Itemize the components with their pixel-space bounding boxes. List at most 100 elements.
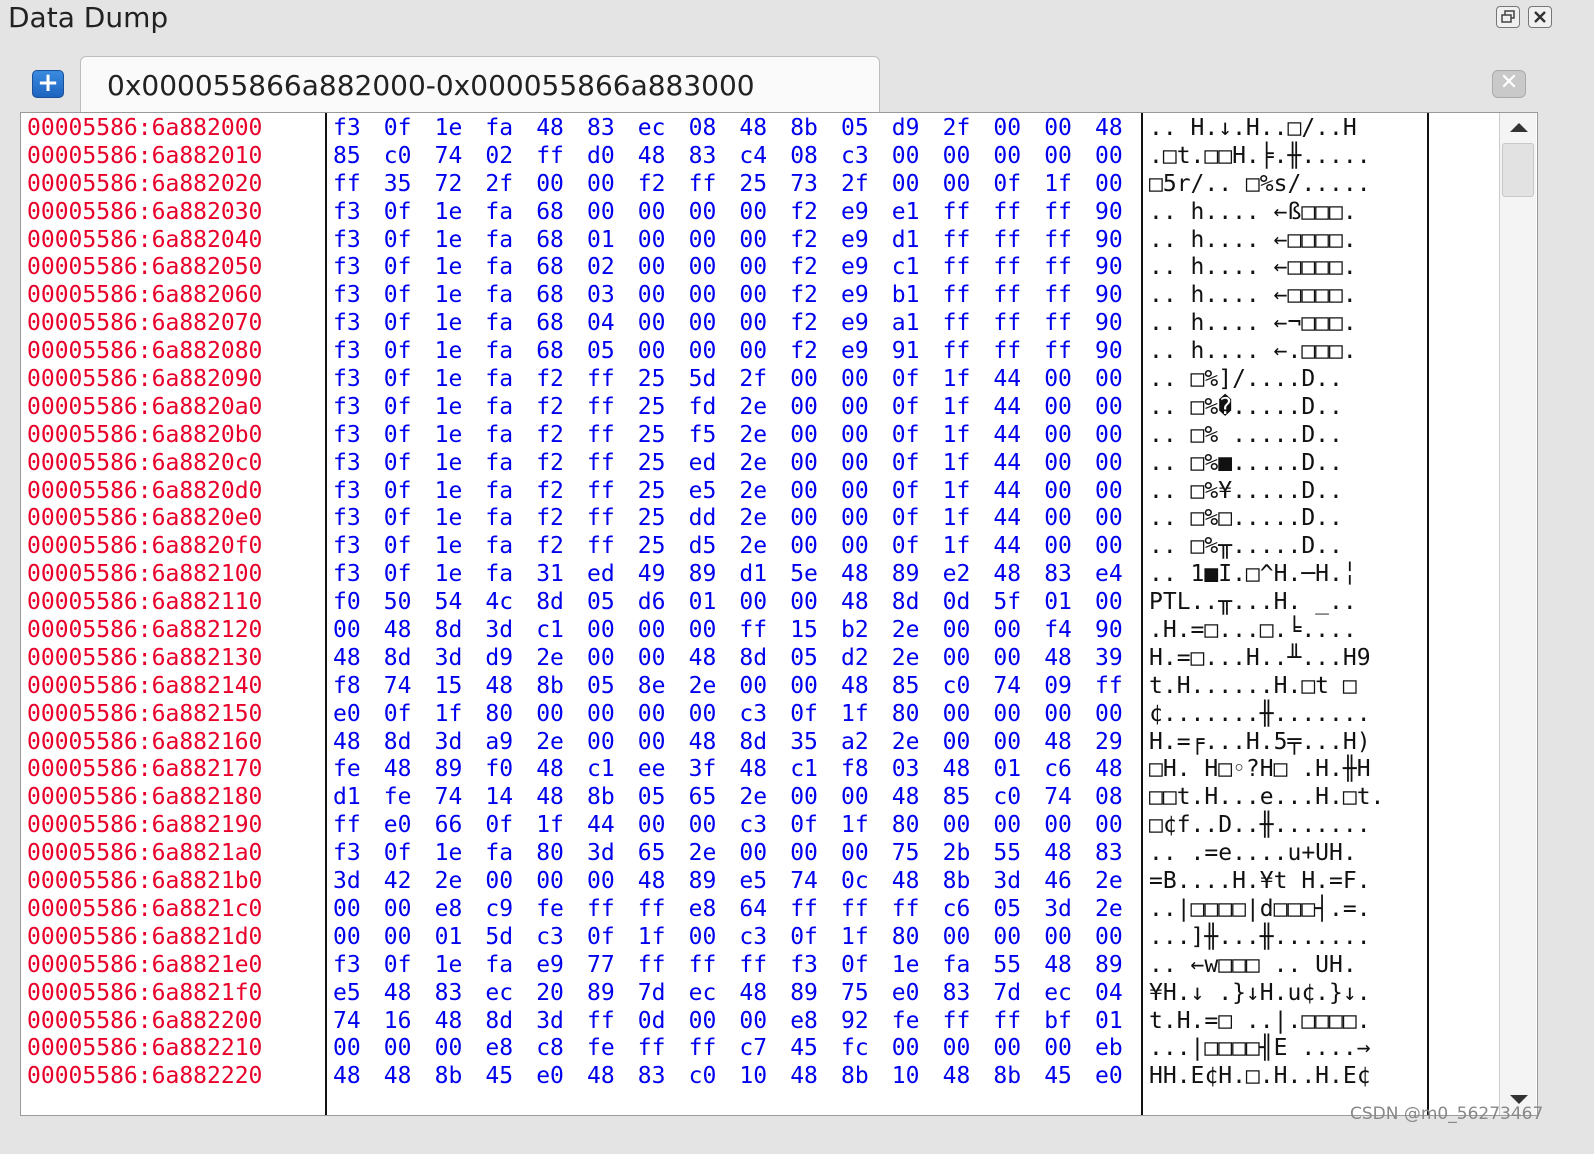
hex-byte[interactable]: 00 <box>1044 422 1072 450</box>
hex-byte[interactable]: ff <box>587 505 615 533</box>
hex-byte[interactable]: 00 <box>384 924 412 952</box>
hex-byte[interactable]: 48 <box>1044 952 1072 980</box>
hex-byte[interactable]: 00 <box>993 645 1021 673</box>
hex-byte[interactable]: 83 <box>943 980 971 1008</box>
hex-byte[interactable]: 80 <box>892 812 920 840</box>
table-row[interactable]: 00005586:6a882010 85 c0 74 02 ff d0 48 83 c4 08 c3 0… <box>21 141 1501 169</box>
hex-byte[interactable]: a9 <box>485 729 513 757</box>
hex-byte[interactable]: fa <box>485 840 513 868</box>
hex-byte[interactable]: 48 <box>689 645 717 673</box>
hex-byte[interactable]: d2 <box>841 645 869 673</box>
hex-byte[interactable]: 05 <box>587 338 615 366</box>
hex-byte[interactable]: e9 <box>841 338 869 366</box>
hex-byte[interactable]: f2 <box>790 338 818 366</box>
hex-byte[interactable]: 48 <box>790 1063 818 1091</box>
hex-byte[interactable]: 01 <box>993 756 1021 784</box>
table-row[interactable]: 00005586:6a882160 48 8d 3d a9 2e 00 00 48 8d 35 a2 2… <box>21 727 1501 755</box>
hex-byte[interactable]: 00 <box>638 227 666 255</box>
hex-byte[interactable]: 3d <box>993 868 1021 896</box>
hex-byte[interactable]: 00 <box>536 868 564 896</box>
hex-byte[interactable]: 45 <box>790 1035 818 1063</box>
hex-byte[interactable]: 48 <box>841 589 869 617</box>
hex-byte[interactable]: 00 <box>1095 394 1123 422</box>
hex-byte[interactable]: dd <box>689 505 717 533</box>
hex-byte[interactable]: 48 <box>384 617 412 645</box>
hex-byte[interactable]: 2e <box>536 729 564 757</box>
hex-byte[interactable]: e9 <box>841 282 869 310</box>
hex-byte[interactable]: 00 <box>739 589 767 617</box>
hex-byte[interactable]: 1f <box>1044 171 1072 199</box>
hex-byte[interactable]: 00 <box>1044 1035 1072 1063</box>
hex-byte[interactable]: ff <box>587 533 615 561</box>
hex-byte[interactable]: c1 <box>790 756 818 784</box>
hex-byte[interactable]: 90 <box>1095 199 1123 227</box>
hex-byte[interactable]: 00 <box>1044 505 1072 533</box>
hex-byte[interactable]: c3 <box>739 812 767 840</box>
hex-byte[interactable]: e0 <box>1095 1063 1123 1091</box>
hex-byte[interactable]: 00 <box>739 227 767 255</box>
hex-byte[interactable]: 00 <box>689 310 717 338</box>
hex-byte[interactable]: 00 <box>841 478 869 506</box>
hex-byte[interactable]: fc <box>841 1035 869 1063</box>
hex-byte[interactable]: 2e <box>689 840 717 868</box>
hex-byte[interactable]: ff <box>638 896 666 924</box>
hex-byte[interactable]: 00 <box>790 450 818 478</box>
hex-byte[interactable]: 74 <box>435 143 463 171</box>
hex-byte[interactable]: 1e <box>435 282 463 310</box>
hex-byte[interactable]: 00 <box>1044 812 1072 840</box>
hex-byte[interactable]: 0f <box>384 505 412 533</box>
hex-byte[interactable]: 3f <box>689 756 717 784</box>
hex-byte[interactable]: 00 <box>638 338 666 366</box>
hex-byte[interactable]: ec <box>485 980 513 1008</box>
hex-byte[interactable]: 74 <box>333 1008 361 1036</box>
hex-byte[interactable]: 48 <box>638 868 666 896</box>
table-row[interactable]: 00005586:6a882220 48 48 8b 45 e0 48 83 c0 10 48 8b 1… <box>21 1061 1501 1089</box>
hex-byte[interactable]: 00 <box>587 729 615 757</box>
hex-byte[interactable]: ff <box>1044 338 1072 366</box>
hex-byte[interactable]: 00 <box>333 1035 361 1063</box>
hex-byte[interactable]: ff <box>689 952 717 980</box>
hex-byte[interactable]: fa <box>485 952 513 980</box>
hex-byte[interactable]: c0 <box>943 673 971 701</box>
hex-byte[interactable]: 74 <box>435 784 463 812</box>
hex-byte[interactable]: c9 <box>485 896 513 924</box>
hex-byte[interactable]: 55 <box>993 952 1021 980</box>
hex-byte[interactable]: 72 <box>435 171 463 199</box>
hex-byte[interactable]: fa <box>485 338 513 366</box>
hex-byte[interactable]: ec <box>638 115 666 143</box>
hex-byte[interactable]: fa <box>485 310 513 338</box>
table-row[interactable]: 00005586:6a882110 f0 50 54 4c 8d 05 d6 01 00 00 48 8… <box>21 587 1501 615</box>
hex-byte[interactable]: 1e <box>435 366 463 394</box>
hex-byte[interactable]: 48 <box>892 868 920 896</box>
table-row[interactable]: 00005586:6a8821e0 f3 0f 1e fa e9 77 ff ff ff f3 0f 1… <box>21 950 1501 978</box>
table-row[interactable]: 00005586:6a882070 f3 0f 1e fa 68 04 00 00 00 f2 e9 a… <box>21 308 1501 336</box>
hex-byte[interactable]: f2 <box>536 478 564 506</box>
hex-byte[interactable]: 1e <box>435 227 463 255</box>
hex-byte[interactable]: c1 <box>892 254 920 282</box>
hex-byte[interactable]: d9 <box>485 645 513 673</box>
hex-byte[interactable]: 00 <box>993 1035 1021 1063</box>
hex-byte[interactable]: 0f <box>384 533 412 561</box>
hex-byte[interactable]: 00 <box>587 617 615 645</box>
hex-byte[interactable]: 25 <box>638 366 666 394</box>
hex-dump-view[interactable]: 00005586:6a882000 f3 0f 1e fa 48 83 ec 08 48 8b 05 d… <box>20 112 1538 1116</box>
hex-byte[interactable]: 00 <box>587 171 615 199</box>
hex-byte[interactable]: ff <box>993 1008 1021 1036</box>
hex-byte[interactable]: 1e <box>435 478 463 506</box>
table-row[interactable]: 00005586:6a8820c0 f3 0f 1e fa f2 ff 25 ed 2e 00 00 0… <box>21 448 1501 476</box>
hex-byte[interactable]: 00 <box>689 254 717 282</box>
hex-byte[interactable]: f0 <box>333 589 361 617</box>
hex-byte[interactable]: 02 <box>485 143 513 171</box>
hex-byte[interactable]: 1e <box>435 840 463 868</box>
hex-byte[interactable]: 01 <box>1095 1008 1123 1036</box>
hex-byte[interactable]: 7d <box>993 980 1021 1008</box>
hex-byte[interactable]: 00 <box>943 617 971 645</box>
hex-byte[interactable]: 83 <box>689 143 717 171</box>
hex-byte[interactable]: f3 <box>333 115 361 143</box>
hex-byte[interactable]: bf <box>1044 1008 1072 1036</box>
hex-byte[interactable]: 48 <box>739 980 767 1008</box>
hex-byte[interactable]: 05 <box>993 896 1021 924</box>
hex-byte[interactable]: 0f <box>384 701 412 729</box>
hex-byte[interactable]: 00 <box>841 505 869 533</box>
hex-byte[interactable]: 8b <box>841 1063 869 1091</box>
